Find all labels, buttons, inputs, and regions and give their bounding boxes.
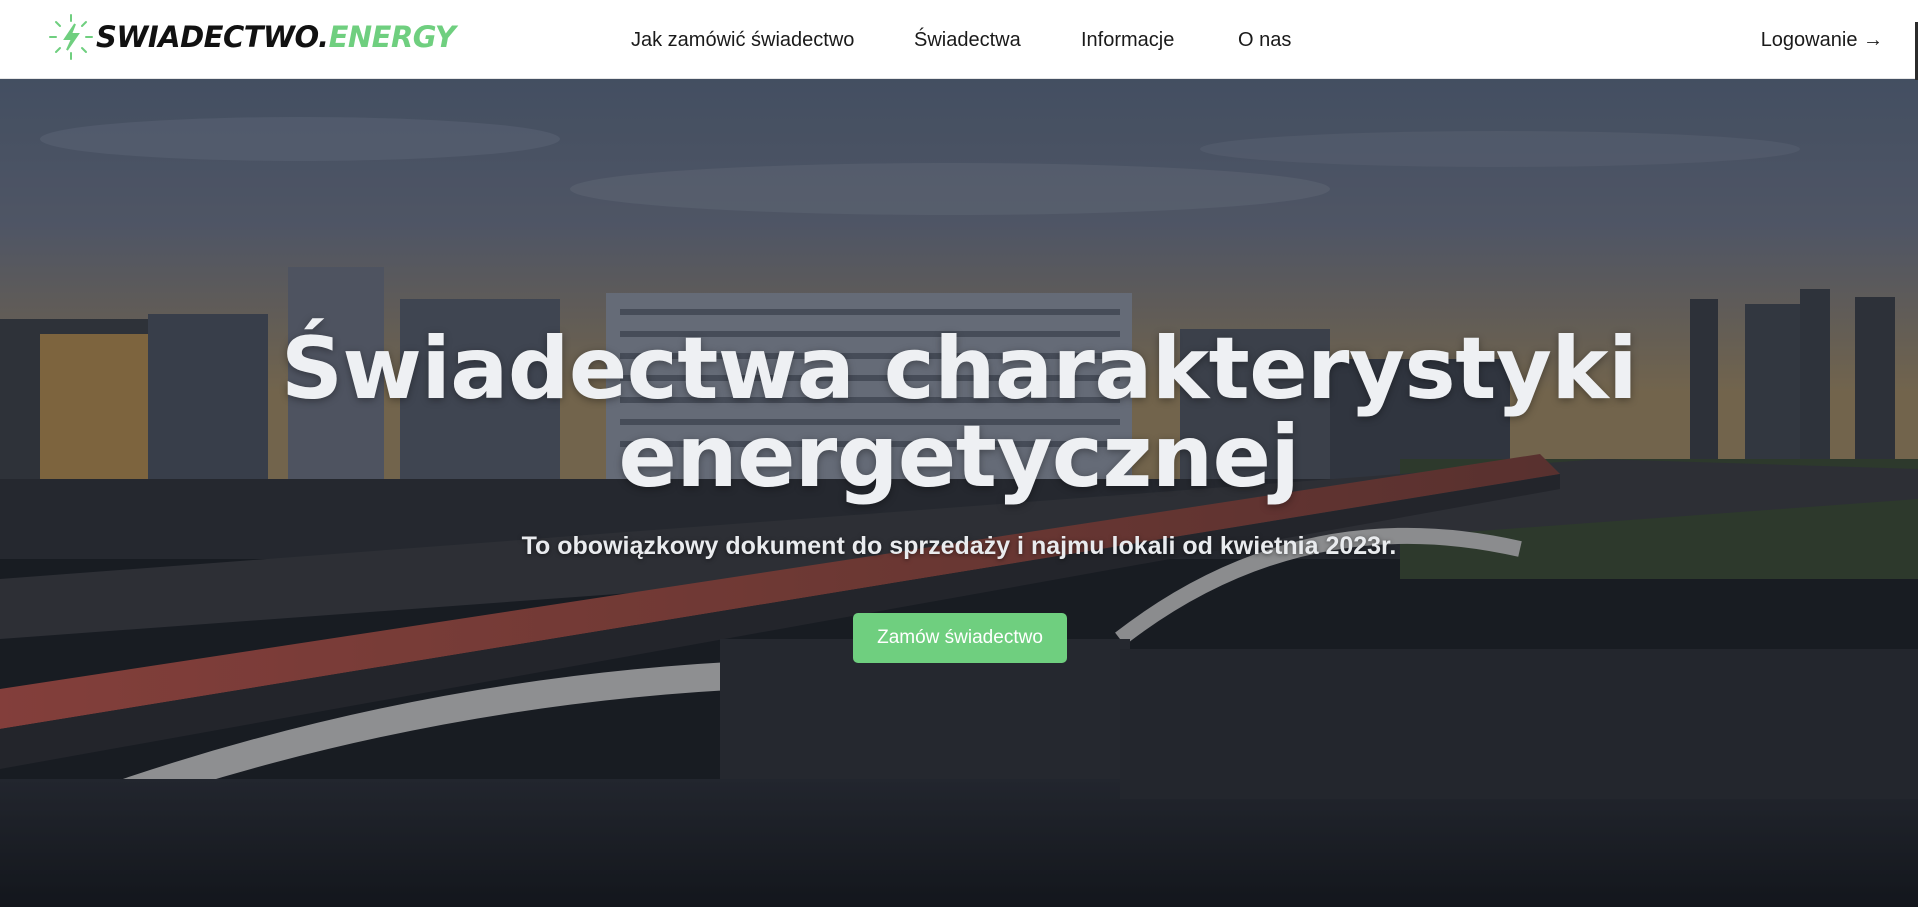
nav-item-certificates[interactable]: Świadectwa <box>914 28 1021 52</box>
nav-item-how-to-order[interactable]: Jak zamówić świadectwo <box>631 28 854 52</box>
brand-name-accent: ENERGY <box>328 20 456 54</box>
nav-item-information[interactable]: Informacje <box>1081 28 1174 52</box>
hero-title-line1: Świadectwa charakterystyki <box>280 319 1638 419</box>
hero-title-line2: energetycznej <box>618 407 1300 507</box>
order-certificate-button[interactable]: Zamów świadectwo <box>853 613 1067 663</box>
brand-name-main: SWIADECTWO. <box>96 20 329 54</box>
hero-title: Świadectwa charakterystyki energetycznej <box>0 325 1918 501</box>
lightning-bolt-icon <box>49 14 93 60</box>
site-header: SWIADECTWO.ENERGY Jak zamówić świadectwo… <box>0 0 1918 80</box>
nav-item-about-us[interactable]: O nas <box>1238 28 1291 52</box>
hero-section: Świadectwa charakterystyki energetycznej… <box>0 79 1918 907</box>
brand-name: SWIADECTWO.ENERGY <box>96 20 456 54</box>
login-link[interactable]: Logowanie → <box>1761 28 1883 52</box>
brand-logo[interactable]: SWIADECTWO.ENERGY <box>44 12 456 62</box>
hero-subtitle: To obowiązkowy dokument do sprzedaży i n… <box>521 532 1397 560</box>
